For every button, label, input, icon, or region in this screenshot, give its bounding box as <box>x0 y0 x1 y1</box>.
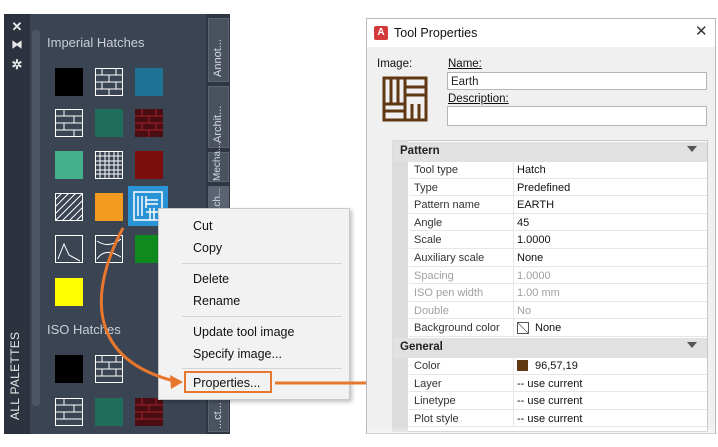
property-name: ISO pen width <box>414 287 484 300</box>
column-divider <box>513 249 514 266</box>
column-divider <box>513 161 514 178</box>
pattern-row[interactable]: Angle 45 <box>409 213 707 232</box>
property-value: No <box>517 304 532 317</box>
description-label: Description: <box>448 93 509 105</box>
collapse-chevron-icon[interactable] <box>687 146 697 152</box>
column-divider <box>513 392 514 409</box>
general-row[interactable]: Linetype -- use current <box>409 392 707 410</box>
column-divider <box>513 266 514 284</box>
property-name: Plot style <box>414 412 459 425</box>
autocad-logo-icon: A <box>374 26 388 40</box>
pattern-row[interactable]: Background color None <box>409 319 707 337</box>
property-name: Spacing <box>414 269 454 282</box>
pattern-row[interactable]: Spacing 1.0000 <box>409 266 707 285</box>
property-value[interactable]: 1.0000 <box>517 234 551 246</box>
property-name: Layer <box>414 377 442 390</box>
arrow-head <box>170 375 183 389</box>
property-value: 1.00 mm <box>517 287 560 300</box>
property-name: Pattern name <box>414 199 481 212</box>
arrow-to-properties <box>99 227 179 384</box>
pattern-row[interactable]: Tool type Hatch <box>409 161 707 179</box>
color-swatch <box>517 360 528 371</box>
general-row[interactable]: Color 96,57,19 <box>409 357 707 375</box>
property-name: Scale <box>414 234 442 247</box>
name-label-text: Name: <box>448 58 482 70</box>
column-divider <box>513 178 514 196</box>
property-value[interactable]: None <box>517 252 543 264</box>
pattern-row[interactable]: Auxiliary scale None <box>409 249 707 267</box>
column-divider <box>513 374 514 392</box>
pattern-row[interactable]: Type Predefined <box>409 178 707 197</box>
property-value[interactable]: -- use current <box>517 378 582 390</box>
property-name: Angle <box>414 216 443 229</box>
column-divider <box>513 319 514 336</box>
pattern-row[interactable]: Pattern name EARTH <box>409 196 707 214</box>
dialog-title: Tool Properties <box>394 26 478 40</box>
close-icon[interactable]: ✕ <box>695 22 708 40</box>
column-divider <box>513 409 514 427</box>
description-field[interactable] <box>447 106 707 126</box>
property-value[interactable]: 96,57,19 <box>535 360 578 372</box>
pattern-row[interactable]: Double No <box>409 301 707 320</box>
category-general-label: General <box>400 341 443 353</box>
image-label: Image: <box>377 58 413 70</box>
category-general[interactable]: General <box>393 338 707 358</box>
collapse-chevron-icon[interactable] <box>687 342 697 348</box>
property-name: Background color <box>414 322 500 335</box>
general-row[interactable]: Plot style -- use current <box>409 409 707 428</box>
bottom-fade <box>367 426 715 447</box>
name-field[interactable]: Earth <box>447 72 707 90</box>
property-name: Double <box>414 304 449 317</box>
earth-hatch-preview-icon[interactable] <box>382 76 428 122</box>
category-pattern-label: Pattern <box>400 145 440 157</box>
column-divider <box>513 357 514 374</box>
property-value[interactable]: EARTH <box>517 199 554 211</box>
column-divider <box>513 196 514 213</box>
general-row[interactable]: Layer -- use current <box>409 374 707 393</box>
no-color-swatch-icon <box>517 322 529 335</box>
property-grid-gutter <box>392 140 408 432</box>
property-value[interactable]: Hatch <box>517 164 546 176</box>
column-divider <box>513 213 514 231</box>
property-name: Type <box>414 181 438 194</box>
column-divider <box>513 231 514 248</box>
property-value[interactable]: -- use current <box>517 395 582 407</box>
column-divider <box>513 301 514 319</box>
column-divider <box>513 284 514 301</box>
property-name: Linetype <box>414 395 456 408</box>
category-pattern[interactable]: Pattern <box>393 142 707 162</box>
property-value[interactable]: Predefined <box>517 182 570 194</box>
property-name: Tool type <box>414 164 459 176</box>
property-value: 1.0000 <box>517 269 551 282</box>
pattern-row[interactable]: Scale 1.0000 <box>409 231 707 249</box>
property-value[interactable]: None <box>535 322 561 334</box>
name-label: Name: <box>448 58 482 70</box>
property-value[interactable]: -- use current <box>517 413 582 425</box>
property-value[interactable]: 45 <box>517 217 529 229</box>
property-name: Color <box>414 360 441 372</box>
property-name: Auxiliary scale <box>414 252 485 264</box>
pattern-row[interactable]: ISO pen width 1.00 mm <box>409 284 707 302</box>
